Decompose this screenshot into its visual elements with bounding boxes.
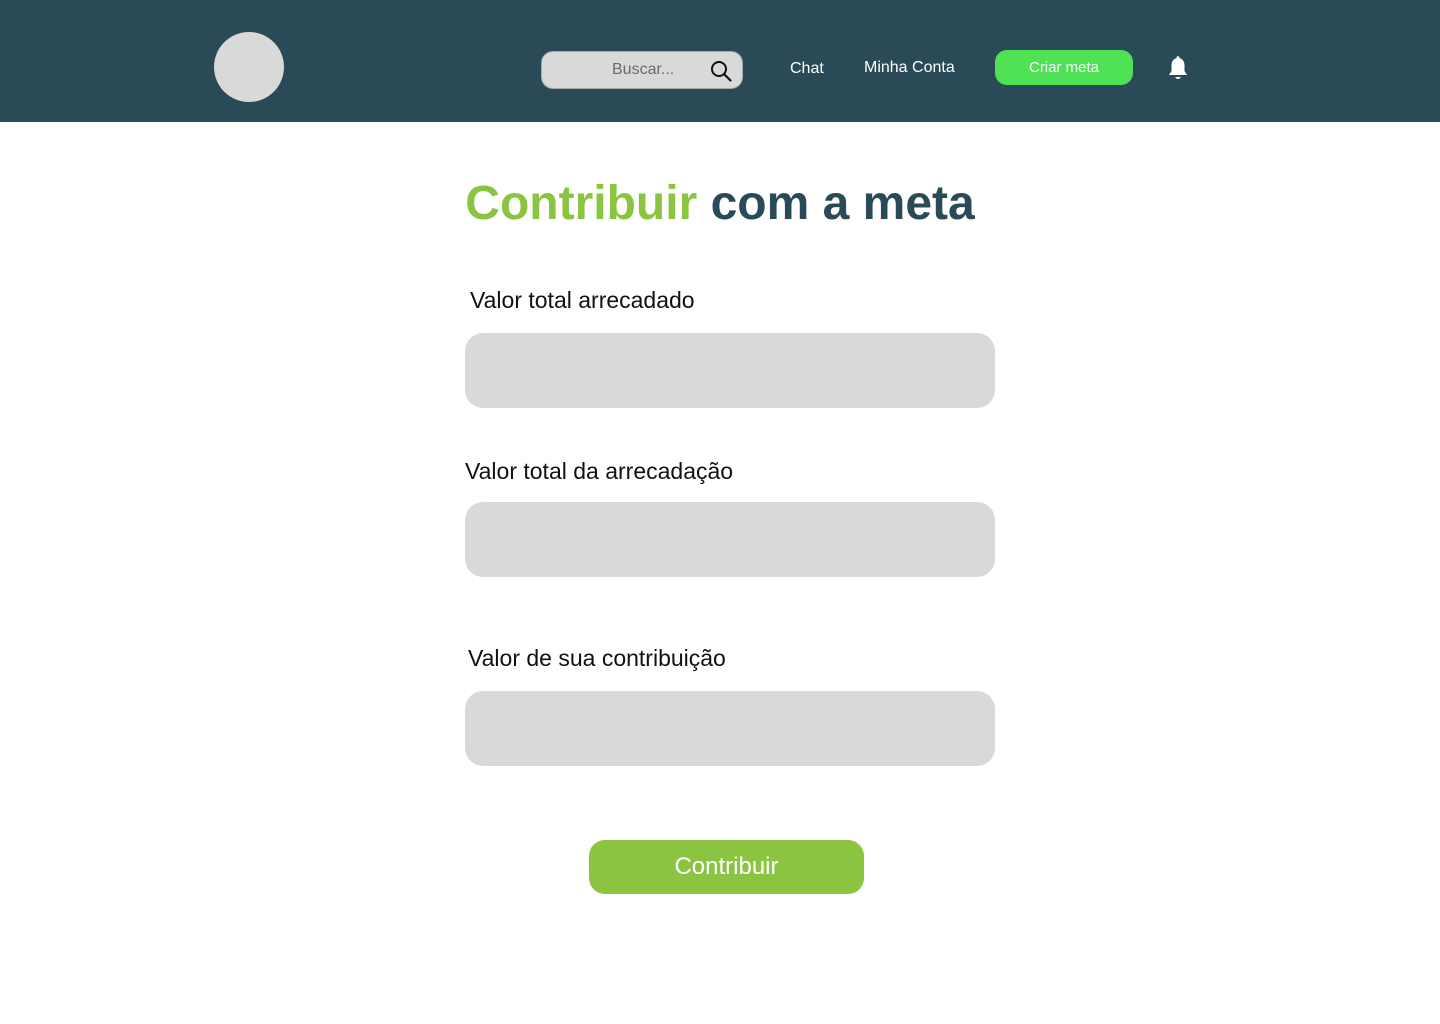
search-input[interactable] bbox=[542, 52, 707, 88]
search-icon[interactable] bbox=[709, 59, 733, 83]
create-goal-button[interactable]: Criar meta bbox=[995, 50, 1133, 85]
page-title-rest: com a meta bbox=[710, 177, 975, 230]
total-goal-input[interactable] bbox=[465, 502, 995, 577]
top-navbar: Chat Minha Conta Criar meta bbox=[0, 0, 1440, 122]
total-raised-label: Valor total arrecadado bbox=[470, 287, 695, 313]
search-box bbox=[541, 51, 743, 89]
nav-account-link[interactable]: Minha Conta bbox=[864, 59, 955, 77]
page-title-accent: Contribuir bbox=[465, 177, 698, 230]
contribute-button[interactable]: Contribuir bbox=[589, 840, 864, 894]
nav-chat-link[interactable]: Chat bbox=[790, 60, 824, 78]
bell-icon[interactable] bbox=[1167, 56, 1189, 82]
page-title: Contribuir com a meta bbox=[0, 176, 1440, 231]
your-contribution-label: Valor de sua contribuição bbox=[468, 645, 726, 671]
your-contribution-input[interactable] bbox=[465, 691, 995, 766]
avatar[interactable] bbox=[214, 32, 284, 102]
total-raised-input[interactable] bbox=[465, 333, 995, 408]
total-goal-label: Valor total da arrecadação bbox=[465, 458, 734, 484]
